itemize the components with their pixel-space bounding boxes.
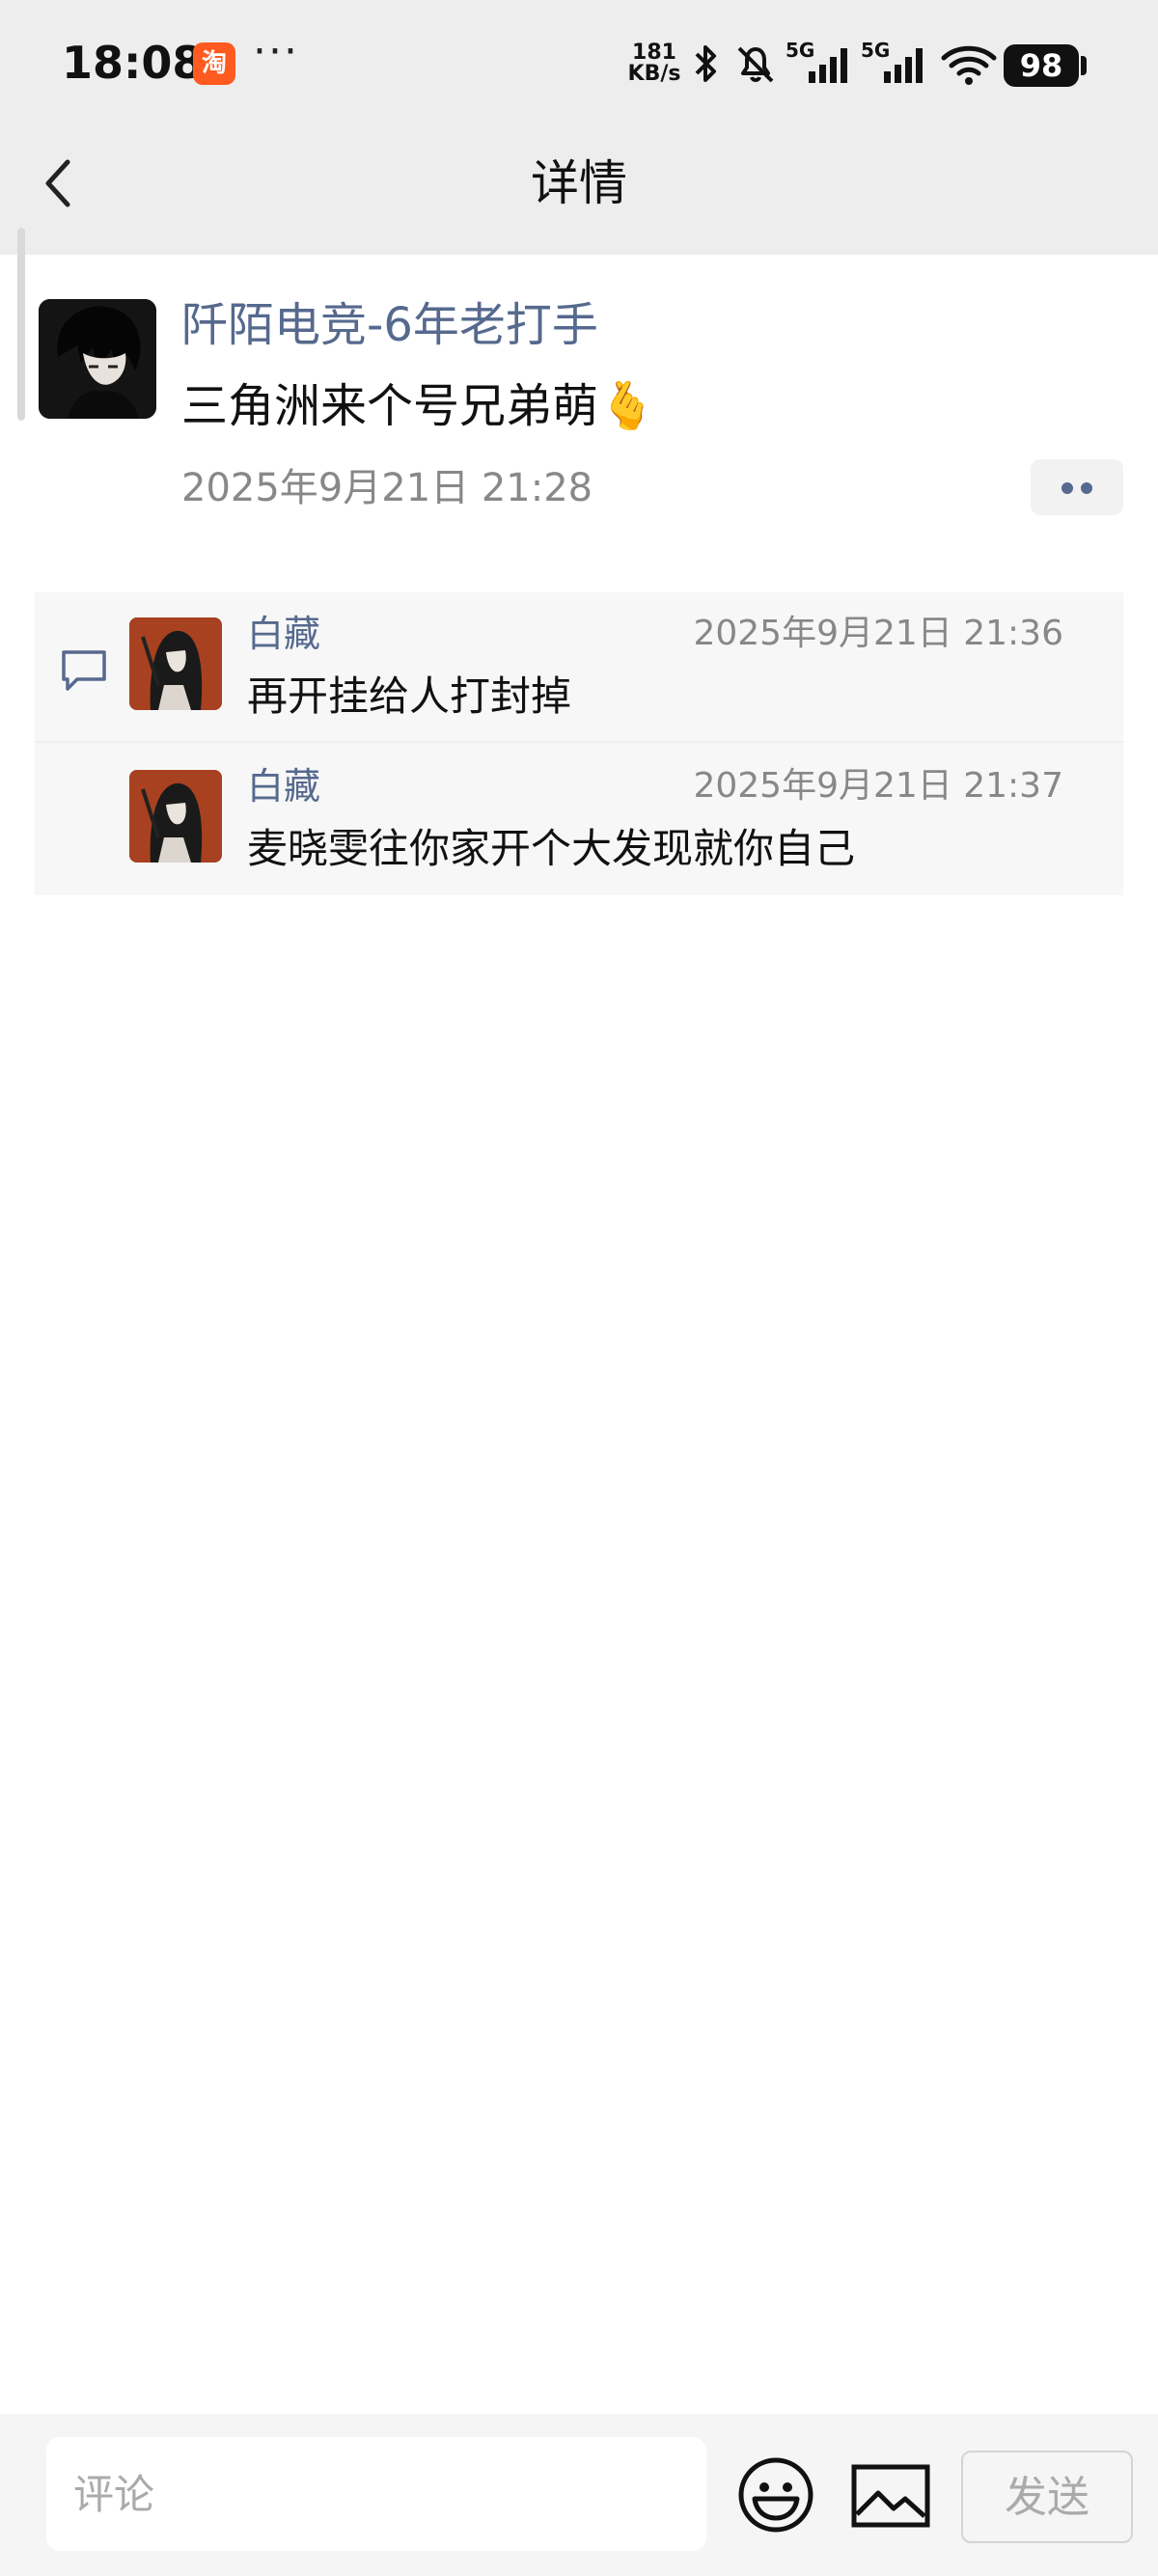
comment-bubble-icon [62, 650, 106, 691]
signal-bars-1-icon [809, 48, 847, 83]
avatar-illustration [129, 770, 222, 863]
more-dot-icon [1062, 482, 1073, 494]
avatar-illustration [129, 617, 222, 710]
comment-divider [35, 741, 1123, 743]
post-author-name[interactable]: 阡陌电竞-6年老打手 [181, 295, 598, 355]
comment-input[interactable] [46, 2437, 706, 2551]
send-button[interactable]: 发送 [961, 2451, 1133, 2543]
battery-tip [1081, 56, 1087, 75]
post-text: 三角洲来个号兄弟萌🫰 [181, 379, 656, 433]
comment-author[interactable]: 白藏 [247, 610, 320, 658]
post-author-avatar[interactable] [39, 299, 156, 419]
page-title: 详情 [531, 155, 627, 211]
signal-bars-2-icon [884, 48, 923, 83]
scroll-indicator[interactable] [17, 228, 25, 421]
battery-indicator: 98 [1004, 44, 1079, 87]
signal-5g-2: 5G [861, 39, 934, 87]
comment-timestamp: 2025年9月21日 21:36 [693, 614, 1063, 653]
status-more-icon: ··· [253, 27, 299, 76]
network-speed-value: 181 [632, 41, 676, 65]
bell-muted-icon [737, 46, 774, 83]
comment-avatar[interactable] [129, 770, 222, 863]
network-speed-unit: KB/s [627, 62, 681, 86]
taobao-app-icon: 淘 [193, 42, 235, 85]
post-more-button[interactable] [1031, 459, 1123, 515]
post-timestamp: 2025年9月21日 21:28 [181, 466, 593, 510]
comment-text[interactable]: 麦晓雯往你家开个大发现就你自己 [247, 822, 855, 876]
signal-5g-1: 5G [786, 39, 859, 87]
bluetooth-icon [695, 45, 716, 82]
more-dot-icon [1081, 482, 1092, 494]
emoji-icon[interactable] [737, 2456, 814, 2534]
network-speed: 181 KB/s [625, 42, 683, 85]
status-time: 18:08 [62, 37, 204, 89]
comment-author[interactable]: 白藏 [247, 762, 320, 810]
comment-avatar[interactable] [129, 617, 222, 710]
comment-timestamp: 2025年9月21日 21:37 [693, 766, 1063, 806]
avatar-illustration [39, 299, 156, 419]
comment-text[interactable]: 再开挂给人打封掉 [247, 670, 571, 724]
image-icon[interactable] [851, 2464, 930, 2528]
wifi-icon [941, 45, 997, 85]
